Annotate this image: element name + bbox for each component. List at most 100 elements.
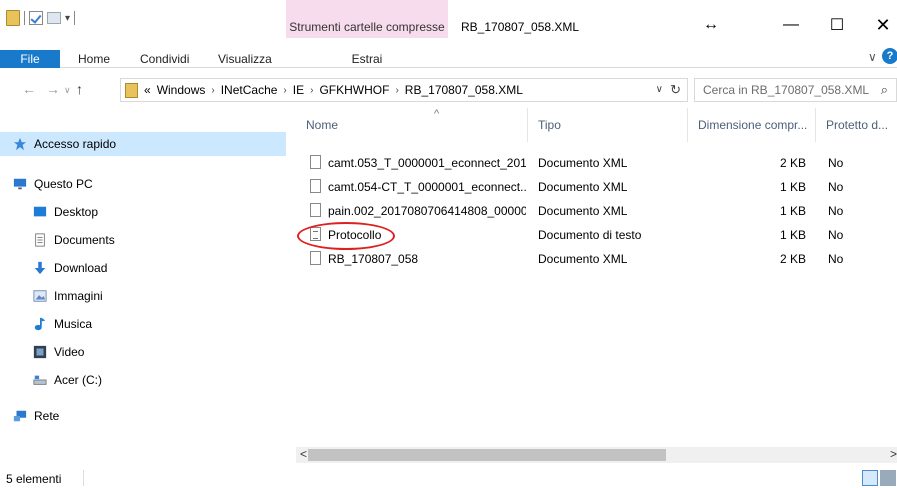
tab-home[interactable]: Home xyxy=(78,52,110,66)
sidebar-item-accesso-rapido[interactable]: Accesso rapido xyxy=(0,132,286,156)
folder-icon xyxy=(125,82,138,98)
tab-file[interactable]: File xyxy=(0,50,60,68)
file-type: Documento XML xyxy=(538,180,628,194)
sidebar-item-musica[interactable]: Musica xyxy=(0,312,92,336)
context-tab-title: Strumenti cartelle compresse xyxy=(289,20,445,34)
file-type: Documento di testo xyxy=(538,228,642,242)
sidebar-item-download[interactable]: Download xyxy=(0,256,107,280)
sidebar-item-rete[interactable]: Rete xyxy=(0,404,59,428)
scroll-right-icon[interactable]: > xyxy=(890,447,897,461)
search-icon[interactable]: ⌕ xyxy=(881,82,888,98)
file-protected: No xyxy=(828,204,844,218)
breadcrumb-current[interactable]: RB_170807_058.XML xyxy=(405,83,523,97)
close-button[interactable]: ✕ xyxy=(860,12,897,38)
file-name: camt.053_T_0000001_econnect_201... xyxy=(328,156,526,170)
horizontal-scrollbar[interactable]: < > xyxy=(296,447,897,463)
ribbon-expand-icon[interactable]: ∨ xyxy=(868,50,877,64)
file-size: 1 KB xyxy=(779,180,806,194)
sidebar-item-acer-c[interactable]: Acer (C:) xyxy=(0,368,102,392)
video-icon xyxy=(33,345,47,359)
table-row[interactable]: camt.054-CT_T_0000001_econnect... Docume… xyxy=(296,176,897,198)
address-bar[interactable]: « Windows › INetCache › IE › GFKHWHOF › … xyxy=(120,78,688,102)
file-name: RB_170807_058 xyxy=(328,252,419,266)
column-header-tipo[interactable]: Tipo xyxy=(528,108,688,142)
file-name: camt.054-CT_T_0000001_econnect... xyxy=(328,180,526,194)
pictures-icon xyxy=(33,290,47,302)
navigation-pane: Accesso rapido Questo PC Desktop Documen… xyxy=(0,108,290,463)
computer-icon xyxy=(13,178,27,190)
file-protected: No xyxy=(828,180,844,194)
sidebar-item-label: Acer (C:) xyxy=(54,373,102,387)
back-button[interactable]: ← xyxy=(22,81,36,97)
sidebar-item-desktop[interactable]: Desktop xyxy=(0,200,98,224)
xml-file-icon xyxy=(310,155,321,169)
sidebar-item-documents[interactable]: Documents xyxy=(0,228,115,252)
breadcrumb-gfkhwhof[interactable]: GFKHWHOF xyxy=(319,83,389,97)
title-bar: ▾ RB_170807_058.XML ↔ — ☐ ✕ xyxy=(0,0,897,38)
sidebar-item-questo-pc[interactable]: Questo PC xyxy=(0,172,93,196)
download-icon xyxy=(34,261,46,275)
quick-access-toolbar: ▾ xyxy=(6,10,76,26)
column-header-protetto[interactable]: Protetto d... xyxy=(816,108,897,142)
sidebar-item-immagini[interactable]: Immagini xyxy=(0,284,103,308)
file-protected: No xyxy=(828,156,844,170)
breadcrumb-separator[interactable]: › xyxy=(395,85,398,96)
column-header-label: Nome xyxy=(306,118,339,132)
tab-visualizza[interactable]: Visualizza xyxy=(218,52,272,66)
scroll-left-icon[interactable]: < xyxy=(300,447,307,461)
sidebar-item-label: Desktop xyxy=(54,205,99,219)
breadcrumb-separator[interactable]: › xyxy=(310,85,313,96)
refresh-icon[interactable]: ↻ xyxy=(670,82,681,98)
toolbar-divider xyxy=(74,11,76,25)
file-type: Documento XML xyxy=(538,156,628,170)
window-title: RB_170807_058.XML xyxy=(461,20,580,34)
customize-toolbar-icon[interactable]: ▾ xyxy=(65,13,70,24)
xml-file-icon xyxy=(310,203,321,217)
documents-icon xyxy=(35,233,45,247)
column-header-nome[interactable]: Nome xyxy=(296,108,528,142)
search-placeholder: Cerca in RB_170807_058.XML xyxy=(703,83,870,97)
maximize-button[interactable]: ☐ xyxy=(814,12,860,38)
address-dropdown-icon[interactable]: ∨ xyxy=(656,84,663,95)
sidebar-item-label: Accesso rapido xyxy=(34,137,117,151)
breadcrumb-ie[interactable]: IE xyxy=(293,83,304,97)
music-icon xyxy=(34,317,46,331)
minimize-button[interactable]: — xyxy=(768,12,814,38)
tab-estrai[interactable]: Estrai xyxy=(286,52,448,66)
folder-icon[interactable] xyxy=(6,10,20,26)
highlight-annotation xyxy=(297,222,395,250)
table-row[interactable]: RB_170807_058 Documento XML 2 KB No xyxy=(296,248,897,270)
file-size: 1 KB xyxy=(779,228,806,242)
table-row[interactable]: camt.053_T_0000001_econnect_201... Docum… xyxy=(296,152,897,174)
details-view-icon[interactable] xyxy=(862,470,878,486)
up-button[interactable]: ↑ xyxy=(76,81,83,97)
recent-locations-icon[interactable]: ∨ xyxy=(64,85,71,96)
large-icons-view-icon[interactable] xyxy=(880,470,896,486)
help-icon[interactable]: ? xyxy=(882,48,897,64)
breadcrumb-separator[interactable]: › xyxy=(211,85,214,96)
sidebar-item-label: Download xyxy=(54,261,108,275)
search-input[interactable]: Cerca in RB_170807_058.XML ⌕ xyxy=(694,78,897,102)
breadcrumb-inetcache[interactable]: INetCache xyxy=(221,83,278,97)
navigation-bar: ← → ∨ ↑ « Windows › INetCache › IE › GFK… xyxy=(0,78,897,104)
breadcrumb-windows[interactable]: Windows xyxy=(157,83,206,97)
table-row[interactable]: pain.002_2017080706414808_00000... Docum… xyxy=(296,200,897,222)
scrollbar-thumb[interactable] xyxy=(308,449,666,461)
expand-icon[interactable]: ↔ xyxy=(688,12,734,38)
file-size: 1 KB xyxy=(779,204,806,218)
properties-icon[interactable] xyxy=(29,11,43,25)
new-folder-icon[interactable] xyxy=(47,12,61,24)
sidebar-item-label: Immagini xyxy=(54,289,103,303)
column-header-dimensione[interactable]: Dimensione compr... xyxy=(688,108,816,142)
network-icon xyxy=(13,410,27,422)
xml-file-icon xyxy=(310,251,321,265)
forward-button[interactable]: → xyxy=(46,81,60,97)
desktop-icon xyxy=(33,206,47,217)
breadcrumb-overflow[interactable]: « xyxy=(144,83,151,97)
breadcrumb-separator[interactable]: › xyxy=(283,85,286,96)
tab-condividi[interactable]: Condividi xyxy=(140,52,189,66)
xml-file-icon xyxy=(310,179,321,193)
column-header-label: Protetto d... xyxy=(826,118,889,132)
sidebar-item-video[interactable]: Video xyxy=(0,340,84,364)
sidebar-item-label: Video xyxy=(54,345,85,359)
